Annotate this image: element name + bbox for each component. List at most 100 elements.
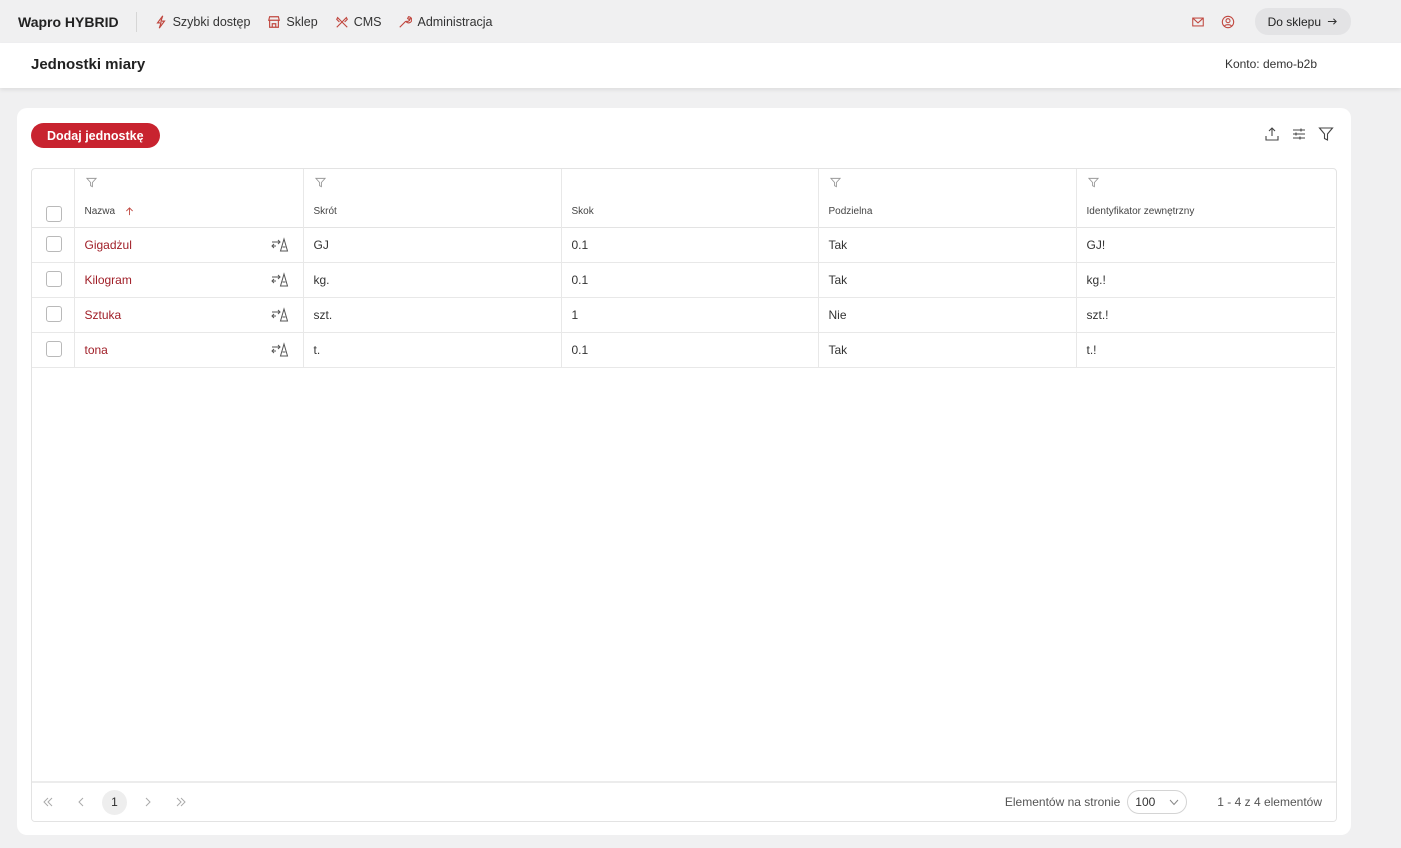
tools-icon [335,16,348,28]
lightning-icon [155,15,166,28]
table-row[interactable]: Sztuka szt. 1 Nie szt.! [32,297,1335,332]
last-page-button[interactable] [174,795,188,809]
nav-administration[interactable]: Administracja [398,14,493,29]
external-id-cell: kg.! [1086,272,1106,287]
grid-tools [1254,125,1335,143]
top-navbar: Wapro HYBRID Szybki dostęp Sklep CMS Adm… [0,0,1401,43]
external-id-cell: t.! [1086,342,1097,357]
sort-ascending-icon[interactable] [125,207,134,216]
column-label: Identyfikator zewnętrzny [1086,206,1195,217]
select-all-cell [32,169,75,227]
go-to-shop-label: Do sklepu [1267,14,1321,29]
nav-shop[interactable]: Sklep [267,14,318,29]
add-unit-button[interactable]: Dodaj jednostkę [31,123,160,148]
content-card: Dodaj jednostkę Nazwa Skrót Skok Podziel… [17,108,1351,835]
topbar-actions: Do sklepu [1189,8,1351,35]
table-row[interactable]: Kilogram kg. 0.1 Tak kg.! [32,262,1335,297]
user-icon [1221,15,1234,28]
column-filter-icon[interactable] [85,177,97,188]
unit-name-link[interactable]: Gigadżul [85,238,132,252]
page-size-value: 100 [1135,795,1156,809]
export-button[interactable] [1263,125,1281,143]
double-chevron-left-icon [43,797,53,807]
filter-button[interactable] [1317,125,1335,143]
abbreviation-cell: kg. [303,262,562,297]
chevron-right-icon [145,797,151,807]
pagination-info: Elementów na stronie 100 1 - 4 z 4 eleme… [1005,790,1322,814]
abbreviation-cell: t. [303,332,562,367]
unit-name-link[interactable]: Sztuka [85,308,122,322]
nav-cms-label: CMS [353,14,382,29]
step-cell: 0.1 [561,227,819,262]
chevron-left-icon [78,797,84,807]
convert-units-icon[interactable] [270,306,289,323]
convert-units-icon[interactable] [270,341,289,358]
nav-shop-label: Sklep [286,14,318,29]
mail-icon [1191,17,1204,26]
table-row[interactable]: tona t. 0.1 Tak t.! [32,332,1335,367]
wrench-icon [399,15,413,28]
units-table: Nazwa Skrót Skok Podzielna Identyfikator… [32,169,1335,368]
sliders-icon [1293,128,1305,140]
messages-button[interactable] [1189,13,1207,31]
page-title: Jednostki miary [31,56,146,73]
account-label: Konto: demo-b2b [1224,57,1317,71]
unit-name-link[interactable]: Kilogram [85,273,132,287]
previous-page-button[interactable] [74,795,88,809]
first-page-button[interactable] [41,795,55,809]
column-filter-icon[interactable] [1087,177,1099,188]
column-label: Nazwa [84,206,116,217]
row-checkbox[interactable] [46,270,62,287]
units-grid: Nazwa Skrót Skok Podzielna Identyfikator… [31,168,1337,822]
export-icon [1265,127,1279,141]
column-header-external-id[interactable]: Identyfikator zewnętrzny [1076,169,1335,227]
chevron-down-icon [1169,799,1179,806]
filter-icon [1318,127,1334,141]
row-checkbox[interactable] [46,340,62,357]
user-menu-button[interactable] [1219,13,1237,31]
abbreviation-cell: szt. [303,297,562,332]
go-to-shop-button[interactable]: Do sklepu [1254,8,1351,35]
column-filter-icon[interactable] [829,177,841,188]
nav-quick-access[interactable]: Szybki dostęp [154,14,251,29]
nav-administration-label: Administracja [417,14,493,29]
column-label: Podzielna [828,206,873,217]
pagination-summary: 1 - 4 z 4 elementów [1217,795,1322,809]
select-all-checkbox[interactable] [46,206,62,222]
divisible-cell: Tak [818,262,1077,297]
unit-name-link[interactable]: tona [85,343,108,357]
column-header-name[interactable]: Nazwa [74,169,304,227]
arrow-right-icon [1327,18,1337,25]
column-header-abbreviation[interactable]: Skrót [303,169,562,227]
column-label: Skok [571,206,594,217]
row-checkbox[interactable] [46,235,62,252]
external-id-cell: GJ! [1086,237,1106,252]
double-chevron-right-icon [176,797,186,807]
abbreviation-cell: GJ [303,227,562,262]
external-id-cell: szt.! [1086,307,1109,322]
convert-units-icon[interactable] [270,271,289,288]
page-size-label: Elementów na stronie [1004,795,1121,809]
table-row[interactable]: Gigadżul GJ 0.1 Tak GJ! [32,227,1335,262]
table-header-row: Nazwa Skrót Skok Podzielna Identyfikator… [32,169,1335,227]
column-settings-button[interactable] [1290,125,1308,143]
convert-units-icon[interactable] [270,236,289,253]
page-header: Jednostki miary Konto: demo-b2b [0,43,1401,88]
step-cell: 0.1 [561,332,819,367]
app-brand[interactable]: Wapro HYBRID [18,11,137,32]
column-header-divisible[interactable]: Podzielna [818,169,1077,227]
column-header-step[interactable]: Skok [561,169,819,227]
divisible-cell: Tak [818,227,1077,262]
page-size-select[interactable]: 100 [1127,790,1188,814]
nav-cms[interactable]: CMS [335,14,382,29]
nav-quick-access-label: Szybki dostęp [172,14,251,29]
next-page-button[interactable] [141,795,155,809]
column-filter-icon[interactable] [314,177,326,188]
step-cell: 1 [561,297,819,332]
row-checkbox[interactable] [46,305,62,322]
page-number-button[interactable]: 1 [102,789,127,815]
column-label: Skrót [313,206,337,217]
shop-icon [268,15,281,28]
divisible-cell: Nie [818,297,1077,332]
divisible-cell: Tak [818,332,1077,367]
